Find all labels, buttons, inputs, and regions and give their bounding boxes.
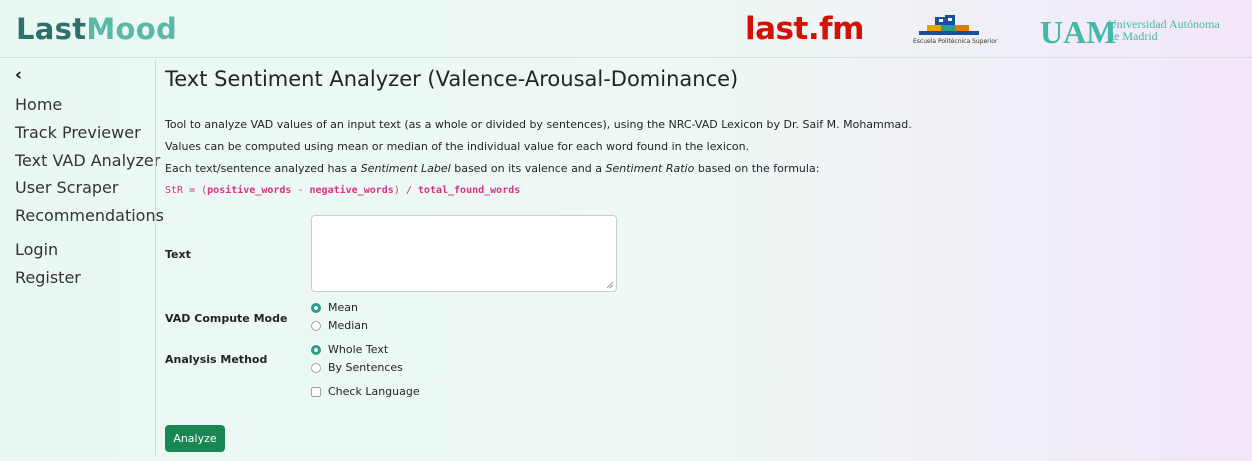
check-language-checkbox[interactable]: Check Language	[311, 385, 420, 398]
radio-mean[interactable]: Mean	[311, 301, 358, 314]
radio-unchecked-icon[interactable]	[311, 362, 321, 373]
checkbox-icon[interactable]	[311, 386, 321, 397]
header: LastMood last.fm Escuela Politécnica Sup…	[0, 0, 1252, 58]
text-input[interactable]	[311, 215, 617, 292]
description-line-1: Tool to analyze VAD values of an input t…	[165, 118, 912, 131]
radio-median[interactable]: Median	[311, 319, 368, 332]
header-divider	[0, 57, 1252, 58]
uam-logo: UAM Universidad Autónoma de Madrid	[1040, 14, 1240, 50]
formula-total-found-words: total_found_words	[417, 185, 521, 196]
vad-compute-mode-label: VAD Compute Mode	[165, 312, 288, 325]
description-line-3: Each text/sentence analyzed has a Sentim…	[165, 162, 819, 175]
sidebar-item-text-vad-analyzer[interactable]: Text VAD Analyzer	[15, 151, 160, 170]
formula-positive-words: positive_words	[207, 185, 292, 196]
brand-logo[interactable]: LastMood	[16, 12, 177, 46]
uam-name-line2: de Madrid	[1108, 29, 1158, 43]
radio-by-sentences-label: By Sentences	[328, 361, 403, 374]
uam-letters: UAM	[1040, 14, 1117, 50]
radio-whole-text[interactable]: Whole Text	[311, 343, 388, 356]
brand-part-mood: Mood	[86, 12, 178, 46]
sidebar-item-home[interactable]: Home	[15, 95, 62, 114]
sidebar-item-register[interactable]: Register	[15, 268, 81, 287]
formula-part: ) /	[393, 185, 418, 196]
formula-negative-words: negative_words	[309, 185, 394, 196]
chevron-left-icon[interactable]: ‹	[15, 65, 22, 85]
analyze-button[interactable]: Analyze	[165, 425, 225, 452]
sidebar-divider	[155, 60, 156, 455]
text-label: Text	[165, 248, 191, 261]
radio-median-label: Median	[328, 319, 369, 332]
sentiment-ratio-formula: StR = (positive_words - negative_words) …	[165, 185, 520, 196]
desc-text: based on its valence and a	[450, 162, 606, 175]
sidebar-item-login[interactable]: Login	[15, 240, 58, 259]
eps-logo: Escuela Politécnica Superior	[913, 13, 997, 49]
radio-mean-label: Mean	[328, 301, 358, 314]
uam-name: Universidad Autónoma de Madrid	[1108, 18, 1220, 42]
radio-unchecked-icon[interactable]	[311, 320, 321, 331]
sidebar-item-recommendations[interactable]: Recommendations	[15, 206, 164, 225]
analysis-method-label: Analysis Method	[165, 353, 268, 366]
description-line-2: Values can be computed using mean or med…	[165, 140, 750, 153]
brand-part-last: Last	[16, 12, 87, 46]
eps-building-icon	[919, 15, 979, 35]
desc-text: based on the formula:	[694, 162, 820, 175]
formula-part: -	[291, 185, 310, 196]
radio-checked-icon[interactable]	[311, 302, 321, 313]
sidebar: ‹ Home Track Previewer Text VAD Analyzer…	[0, 60, 164, 461]
page-title: Text Sentiment Analyzer (Valence-Arousal…	[165, 67, 739, 91]
radio-checked-icon[interactable]	[311, 344, 321, 355]
desc-text: Each text/sentence analyzed has a	[165, 162, 361, 175]
sentiment-ratio-term: Sentiment Ratio	[605, 162, 695, 175]
lastfm-logo: last.fm	[745, 11, 864, 47]
radio-whole-text-label: Whole Text	[328, 343, 389, 356]
radio-by-sentences[interactable]: By Sentences	[311, 361, 403, 374]
eps-logo-text: Escuela Politécnica Superior	[913, 38, 998, 45]
sidebar-item-user-scraper[interactable]: User Scraper	[15, 178, 118, 197]
check-language-label: Check Language	[328, 385, 420, 398]
resize-grip-icon[interactable]	[606, 281, 614, 289]
formula-part: StR = (	[165, 185, 208, 196]
sentiment-label-term: Sentiment Label	[360, 162, 451, 175]
sidebar-item-track-previewer[interactable]: Track Previewer	[15, 123, 141, 142]
